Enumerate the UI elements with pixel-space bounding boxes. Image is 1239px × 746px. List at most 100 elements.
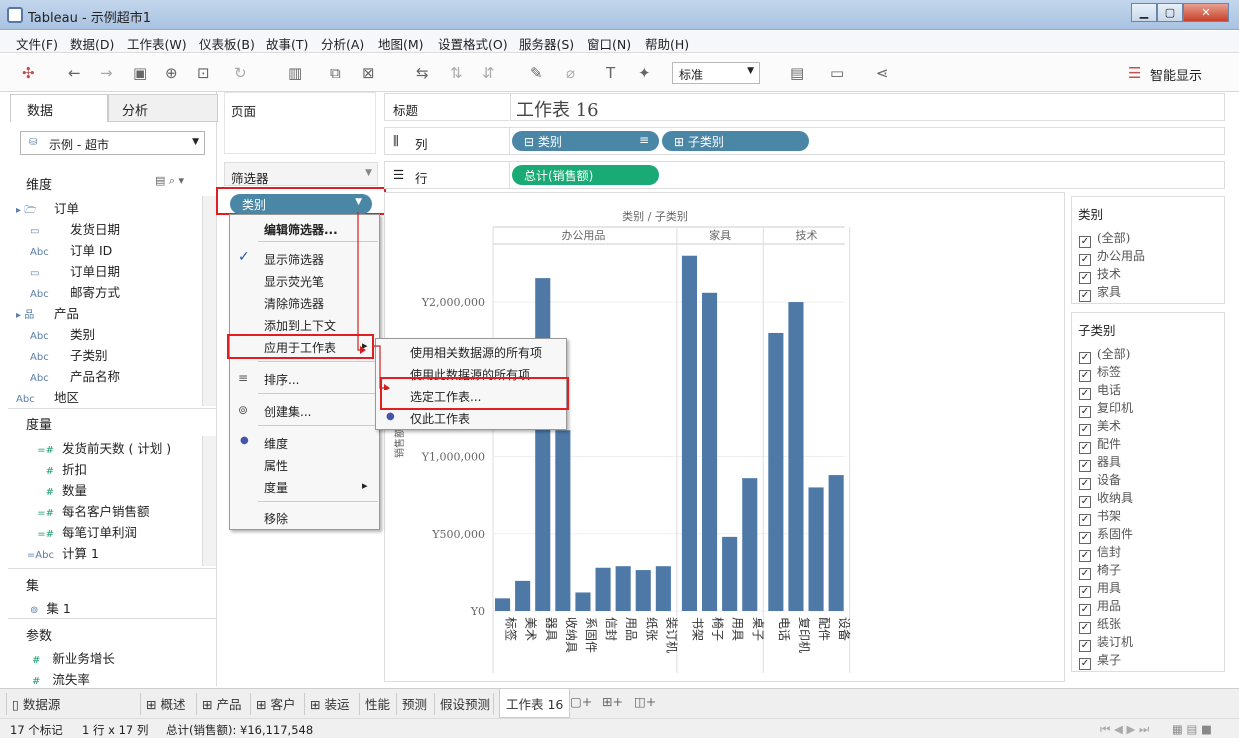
tab-analytics[interactable]: 分析 [108,94,218,122]
bar[interactable] [555,430,571,611]
measure-field[interactable]: =Abc 计算 1 [24,543,99,562]
bar[interactable] [742,478,758,611]
context-menu-item[interactable]: 显示筛选器 [264,251,324,268]
set-item[interactable]: ⊚ 集 1 [30,598,71,617]
menu-item[interactable]: 帮助(H) [645,34,689,53]
measure-field[interactable]: =# 每名客户销售额 [24,501,149,520]
refresh-icon[interactable]: ↻ [234,64,247,82]
bar[interactable] [788,302,804,611]
checkbox-checked-icon[interactable]: ✓ [1079,658,1091,670]
tab-data[interactable]: 数据 [10,94,108,122]
filters-shelf[interactable]: 筛选器 ▼ [224,162,378,186]
dimension-field[interactable]: Abc 邮寄方式 [30,282,120,301]
new-datasource-icon[interactable]: ⊕ [165,64,178,82]
context-menu-item[interactable]: 清除筛选器 [264,295,324,312]
datasource-tab[interactable]: ▯ 数据源 [12,694,60,713]
forward-icon[interactable]: → [100,64,113,82]
close-button[interactable]: ✕ [1183,3,1229,22]
share-icon[interactable]: ⋖ [876,64,889,82]
measure-field[interactable]: =# 每笔订单利润 [24,522,137,541]
bar[interactable] [808,487,824,611]
menu-item[interactable]: 工作表(W) [127,34,187,53]
context-menu-item[interactable]: 创建集... [264,403,311,420]
sheet-tab[interactable]: 性能 [365,694,390,713]
sheet-tab[interactable]: ⊞ 客户 [256,694,295,713]
new-worksheet-icon[interactable]: ▥ [288,64,302,82]
context-menu-item[interactable]: 编辑筛选器... [264,221,338,238]
sheet-tab[interactable]: ⊞ 装运 [310,694,349,713]
highlight-icon[interactable]: ✎ [530,64,543,82]
dimension-field[interactable]: Abc 订单 ID [30,240,112,259]
menu-item[interactable]: 文件(F) [16,34,58,53]
checkbox-item[interactable]: ✓ 用具 [1079,579,1121,598]
pause-update-icon[interactable]: ⊡ [197,64,210,82]
checkbox-item[interactable]: ✓ (全部) [1079,345,1130,364]
dimension-field[interactable]: Abc 地区 [16,387,79,406]
save-icon[interactable]: ▣ [133,64,147,82]
menu-item[interactable]: 数据(D) [70,34,114,53]
param-item[interactable]: # 流失率 [32,669,90,688]
checkbox-item[interactable]: ✓ 装订机 [1079,633,1133,652]
dimension-field[interactable]: Abc 类别 [30,324,95,343]
bar[interactable] [595,567,611,611]
measure-field[interactable]: =# 发货前天数 ( 计划 ) [24,438,171,457]
rows-shelf[interactable]: ☰ 行 [384,161,1225,189]
checkbox-item[interactable]: ✓ 器具 [1079,453,1121,472]
sort-asc-icon[interactable]: ⇅ [450,64,463,82]
datasource-select[interactable]: ⛁ 示例 - 超市 ▼ [20,131,205,155]
menu-item[interactable]: 故事(T) [266,34,308,53]
column-pill-subcategory[interactable]: ⊞ 子类别 [662,131,809,151]
dimension-field[interactable]: ▸ 品产品 [16,303,79,322]
submenu-item[interactable]: 使用相关数据源的所有项 [410,344,542,361]
duplicate-icon[interactable]: ⧉ [330,64,341,82]
show-me-icon[interactable]: ☰ [1128,64,1141,82]
checkbox-item[interactable]: ✓ 美术 [1079,417,1121,436]
dimension-field[interactable]: ▸ 🗁 订单 [16,198,79,220]
dimension-field[interactable]: ▭ 订单日期 [30,261,120,280]
bar[interactable] [768,332,784,611]
view-toggle-icon[interactable]: ▤ ⌕ ▾ [155,174,184,188]
show-cards-icon[interactable]: ▤ [790,64,804,82]
fit-select[interactable]: 标准 ▼ [672,62,760,84]
checkbox-item[interactable]: ✓ 收纳具 [1079,489,1133,508]
checkbox-item[interactable]: ✓ 复印机 [1079,399,1133,418]
pages-shelf[interactable]: 页面 [224,92,376,154]
swap-icon[interactable]: ⇆ [416,64,429,82]
dimension-field[interactable]: Abc 产品名称 [30,366,120,385]
bar[interactable] [828,475,844,611]
clear-sheet-icon[interactable]: ⊠ [362,64,375,82]
checkbox-item[interactable]: ✓ 配件 [1079,435,1121,454]
checkbox-item[interactable]: ✓ 办公用品 [1079,247,1145,266]
measure-field[interactable]: # 折扣 [24,459,87,478]
bar[interactable] [495,598,511,611]
menu-item[interactable]: 设置格式(O) [438,34,508,53]
view-mode-icon[interactable]: ▦ ▤ ■ [1172,722,1212,736]
bar[interactable] [722,536,738,611]
bar[interactable] [655,566,671,611]
new-sheet-icon[interactable]: ▢+ [570,694,592,709]
sheet-tab[interactable]: 假设预测 [440,694,490,713]
pin-icon[interactable]: ✦ [638,64,651,82]
bar[interactable] [615,566,631,611]
submenu-item[interactable]: 仅此工作表 [410,410,470,427]
sheet-title-box[interactable]: 工作表 16 [510,93,1225,121]
maximize-button[interactable]: ▢ [1157,3,1183,22]
new-dashboard-icon[interactable]: ⊞+ [602,694,623,709]
checkbox-item[interactable]: ✓ 标签 [1079,363,1121,382]
param-item[interactable]: # 新业务增长 [32,648,115,667]
context-menu-item[interactable]: 移除 [264,510,288,527]
checkbox-checked-icon[interactable]: ✓ [1079,290,1091,302]
checkbox-item[interactable]: ✓ 设备 [1079,471,1121,490]
tableau-logo-icon[interactable]: ✣ [22,64,35,82]
row-pill-sales[interactable]: 总计(销售额) [512,165,659,185]
bar[interactable] [575,592,591,611]
bar[interactable] [681,255,697,612]
measures-scrollbar[interactable] [202,436,216,566]
presentation-icon[interactable]: ▭ [830,64,844,82]
checkbox-item[interactable]: ✓ (全部) [1079,229,1130,248]
context-menu-item[interactable]: 添加到上下文 [264,317,336,334]
menu-item[interactable]: 窗口(N) [587,34,631,53]
group-icon[interactable]: ⌀ [566,64,575,82]
context-menu-item[interactable]: 属性 [264,457,288,474]
column-pill-category[interactable]: ⊟ 类别 ≡ [512,131,659,151]
